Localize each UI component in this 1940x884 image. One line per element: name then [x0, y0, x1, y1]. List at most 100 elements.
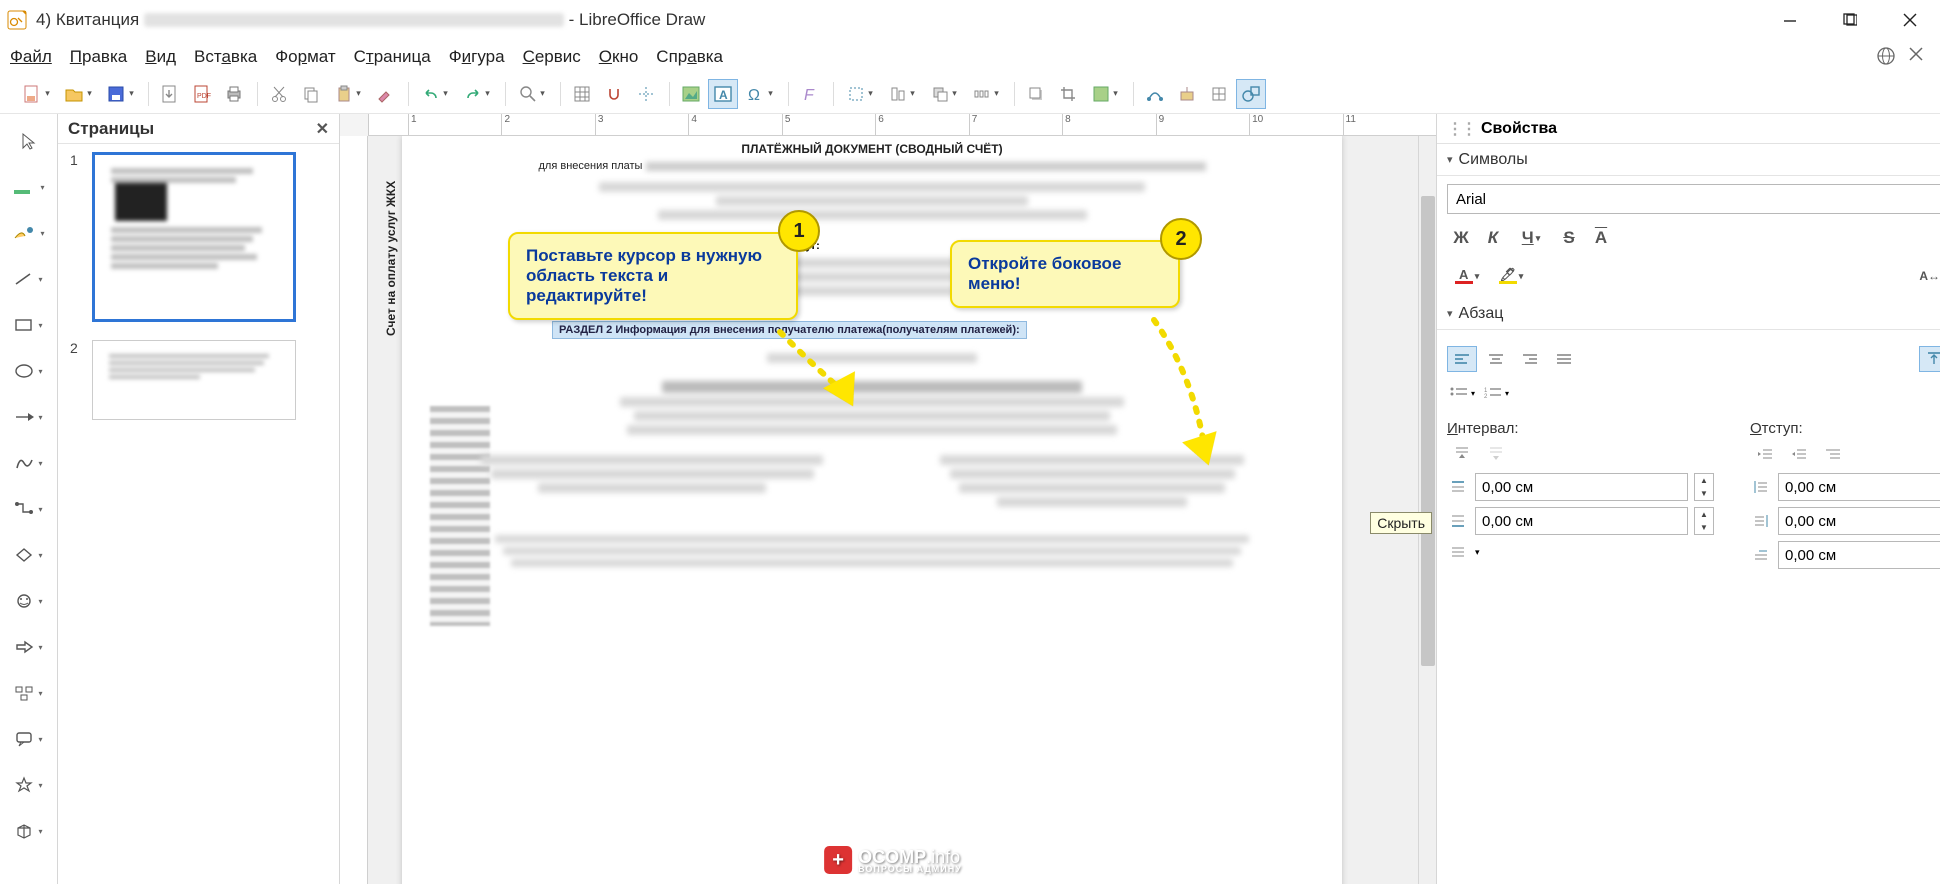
- bullet-list-button[interactable]: ▾: [1447, 380, 1477, 406]
- page-thumbnail-2[interactable]: 2: [70, 340, 327, 420]
- menu-file[interactable]: Файл: [10, 47, 52, 67]
- strike-button[interactable]: S: [1555, 224, 1583, 252]
- valign-top-button[interactable]: [1919, 346, 1940, 372]
- 3d-tool[interactable]: ▾: [10, 814, 48, 848]
- line-color-tool[interactable]: ▾: [10, 170, 48, 204]
- menu-tools[interactable]: Сервис: [523, 47, 581, 67]
- number-list-button[interactable]: 12▾: [1481, 380, 1511, 406]
- line-tool[interactable]: ▾: [10, 262, 48, 296]
- menu-edit[interactable]: Правка: [70, 47, 127, 67]
- extrusion-button[interactable]: [1204, 79, 1234, 109]
- shadow-button[interactable]: [1021, 79, 1051, 109]
- connector-tool[interactable]: ▾: [10, 492, 48, 526]
- close-button[interactable]: [1900, 10, 1920, 30]
- snap-button[interactable]: [599, 79, 629, 109]
- space-above-inc[interactable]: [1447, 441, 1477, 467]
- italic-button[interactable]: К: [1479, 224, 1507, 252]
- space-above-input[interactable]: [1475, 473, 1688, 501]
- menu-close-icon[interactable]: [1908, 46, 1930, 68]
- print-button[interactable]: [219, 79, 249, 109]
- fill-color-tool[interactable]: ▾: [10, 216, 48, 250]
- indent-right-input[interactable]: [1778, 507, 1940, 535]
- indent-left-input[interactable]: [1778, 473, 1940, 501]
- indent-first-input[interactable]: [1778, 541, 1940, 569]
- highlight-color-button[interactable]: 🖊▾: [1491, 262, 1531, 290]
- points-button[interactable]: [1140, 79, 1170, 109]
- grid-button[interactable]: [567, 79, 597, 109]
- gluepoints-button[interactable]: [1172, 79, 1202, 109]
- save-button[interactable]: ▾: [100, 79, 140, 109]
- callout-tool[interactable]: ▾: [10, 722, 48, 756]
- indent-inc-button[interactable]: [1750, 441, 1780, 467]
- space-below-spinner[interactable]: ▲▼: [1694, 507, 1714, 535]
- properties-sidebar: ⋮⋮ Свойства ✕ ▾Символы◱ Arial▾ 7,6▾: [1436, 114, 1940, 884]
- arrange-button[interactable]: ▾: [924, 79, 964, 109]
- open-button[interactable]: ▾: [58, 79, 98, 109]
- scrollbar-thumb[interactable]: [1421, 196, 1435, 666]
- distribute-button[interactable]: ▾: [966, 79, 1006, 109]
- symbol-shapes-tool[interactable]: ▾: [10, 584, 48, 618]
- menu-insert[interactable]: Вставка: [194, 47, 257, 67]
- block-arrow-tool[interactable]: ▾: [10, 630, 48, 664]
- align-button[interactable]: ▾: [882, 79, 922, 109]
- underline-button[interactable]: Ч▾: [1511, 224, 1551, 252]
- curve-tool[interactable]: ▾: [10, 446, 48, 480]
- space-below-input[interactable]: [1475, 507, 1688, 535]
- font-name-combo[interactable]: Arial▾: [1447, 184, 1940, 214]
- zoom-button[interactable]: ▾: [512, 79, 552, 109]
- ellipse-tool[interactable]: ▾: [10, 354, 48, 388]
- vertical-scrollbar[interactable]: [1418, 136, 1436, 884]
- undo-button[interactable]: ▾: [415, 79, 455, 109]
- menu-format[interactable]: Формат: [275, 47, 335, 67]
- align-left-button[interactable]: [1447, 346, 1477, 372]
- sheet-viewport[interactable]: Счет на оплату услуг ЖКХ ПЛАТЁЖНЫЙ ДОКУМ…: [368, 136, 1418, 884]
- export-button[interactable]: [155, 79, 185, 109]
- filter-button[interactable]: ▾: [1085, 79, 1125, 109]
- guides-button[interactable]: [631, 79, 661, 109]
- copy-button[interactable]: [296, 79, 326, 109]
- bold-button[interactable]: Ж: [1447, 224, 1475, 252]
- globe-icon[interactable]: [1876, 46, 1898, 68]
- redo-button[interactable]: ▾: [457, 79, 497, 109]
- paste-button[interactable]: ▾: [328, 79, 368, 109]
- insert-textbox-button[interactable]: A: [708, 79, 738, 109]
- select-tool[interactable]: [10, 124, 48, 158]
- page-thumbnail-1[interactable]: 1: [70, 152, 327, 322]
- menu-shape[interactable]: Фигура: [449, 47, 505, 67]
- space-above-dec[interactable]: [1481, 441, 1511, 467]
- menu-help[interactable]: Справка: [656, 47, 723, 67]
- align-right-button[interactable]: [1515, 346, 1545, 372]
- menu-window[interactable]: Окно: [599, 47, 639, 67]
- menu-view[interactable]: Вид: [145, 47, 176, 67]
- overline-button[interactable]: A: [1587, 224, 1615, 252]
- pages-panel-close-icon[interactable]: ✕: [316, 119, 329, 139]
- cut-button[interactable]: [264, 79, 294, 109]
- align-center-button[interactable]: [1481, 346, 1511, 372]
- fontwork-button[interactable]: F: [795, 79, 825, 109]
- maximize-button[interactable]: [1840, 10, 1860, 30]
- rect-tool[interactable]: ▾: [10, 308, 48, 342]
- insert-image-button[interactable]: [676, 79, 706, 109]
- menu-page[interactable]: Страница: [354, 47, 431, 67]
- space-above-spinner[interactable]: ▲▼: [1694, 473, 1714, 501]
- export-pdf-button[interactable]: PDF: [187, 79, 217, 109]
- flowchart-tool[interactable]: ▾: [10, 676, 48, 710]
- transform-button[interactable]: ▾: [840, 79, 880, 109]
- minimize-button[interactable]: [1780, 10, 1800, 30]
- symbols-section-header[interactable]: ▾Символы◱: [1437, 144, 1940, 176]
- clone-format-button[interactable]: [370, 79, 400, 109]
- char-spacing-button[interactable]: A↔▾: [1913, 262, 1940, 290]
- insert-special-char-button[interactable]: Ω▾: [740, 79, 780, 109]
- indent-dec-button[interactable]: [1784, 441, 1814, 467]
- workspace: ▾ ▾ ▾ ▾ ▾ ▾ ▾ ▾ ▾ ▾ ▾ ▾ ▾ ▾ ▾ Страницы ✕…: [0, 114, 1940, 884]
- hanging-indent-button[interactable]: [1818, 441, 1848, 467]
- font-color-button[interactable]: A▾: [1447, 262, 1487, 290]
- align-justify-button[interactable]: [1549, 346, 1579, 372]
- crop-button[interactable]: [1053, 79, 1083, 109]
- draw-functions-button[interactable]: [1236, 79, 1266, 109]
- arrow-tool[interactable]: ▾: [10, 400, 48, 434]
- paragraph-section-header[interactable]: ▾Абзац◱: [1437, 298, 1940, 330]
- basic-shapes-tool[interactable]: ▾: [10, 538, 48, 572]
- new-button[interactable]: ▾: [16, 79, 56, 109]
- star-tool[interactable]: ▾: [10, 768, 48, 802]
